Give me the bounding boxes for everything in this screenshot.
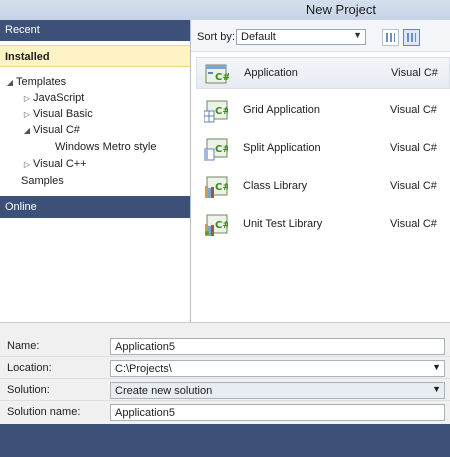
template-category-pane: Recent Installed ◢ Templates ▷ JavaScript … bbox=[0, 20, 191, 322]
tree-label: Windows Metro style bbox=[55, 141, 157, 153]
name-label: Name: bbox=[7, 340, 40, 352]
collapsed-arrow-icon[interactable]: ▷ bbox=[21, 91, 33, 107]
template-item[interactable]: C# Application Visual C# bbox=[196, 57, 450, 89]
name-row: Name: Application5 bbox=[0, 336, 450, 357]
sort-toolbar: Sort by: Default ▼ bbox=[191, 20, 450, 52]
svg-text:C#: C# bbox=[215, 220, 228, 231]
tree-node-samples[interactable]: Samples bbox=[21, 173, 64, 189]
name-value: Application5 bbox=[115, 341, 175, 353]
chevron-down-icon: ▼ bbox=[353, 30, 362, 40]
csharp-unit-test-icon: C# bbox=[205, 214, 228, 236]
csharp-app-icon: C# bbox=[205, 64, 229, 84]
solution-name-row: Solution name: Application5 bbox=[0, 402, 450, 422]
solution-label: Solution: bbox=[7, 384, 50, 396]
template-name: Class Library bbox=[243, 180, 308, 192]
location-combobox[interactable]: C:\Projects\ ▼ bbox=[110, 360, 445, 377]
template-list-pane: Sort by: Default ▼ C# Application Visual… bbox=[191, 20, 450, 322]
installed-section[interactable]: Installed bbox=[0, 45, 190, 67]
csharp-split-icon: C# bbox=[204, 138, 228, 161]
list-view-icon bbox=[407, 33, 416, 42]
expanded-arrow-icon[interactable]: ◢ bbox=[4, 75, 16, 91]
template-language: Visual C# bbox=[391, 67, 438, 79]
svg-text:C#: C# bbox=[215, 182, 228, 193]
tree-node-visual-basic[interactable]: ▷ Visual Basic bbox=[21, 106, 93, 122]
tree-label: Samples bbox=[21, 175, 64, 187]
location-row: Location: C:\Projects\ ▼ bbox=[0, 358, 450, 379]
tree-label: Visual Basic bbox=[33, 108, 93, 120]
tree-node-templates[interactable]: ◢ Templates bbox=[4, 74, 66, 90]
location-value: C:\Projects\ bbox=[115, 363, 172, 375]
template-language: Visual C# bbox=[390, 104, 437, 116]
chevron-down-icon[interactable]: ▼ bbox=[432, 384, 441, 394]
solution-name-label: Solution name: bbox=[7, 406, 81, 418]
tree-label: Visual C# bbox=[33, 124, 80, 136]
template-language: Visual C# bbox=[390, 142, 437, 154]
tree-node-visual-csharp[interactable]: ◢ Visual C# bbox=[21, 122, 80, 138]
name-input[interactable]: Application5 bbox=[110, 338, 445, 355]
expanded-arrow-icon[interactable]: ◢ bbox=[21, 123, 33, 139]
sort-value: Default bbox=[241, 31, 276, 43]
template-language: Visual C# bbox=[390, 180, 437, 192]
tree-node-javascript[interactable]: ▷ JavaScript bbox=[21, 90, 84, 106]
collapsed-arrow-icon[interactable]: ▷ bbox=[21, 107, 33, 123]
template-item[interactable]: C# Class Library Visual C# bbox=[196, 171, 450, 203]
template-item[interactable]: C# Split Application Visual C# bbox=[196, 133, 450, 165]
collapsed-arrow-icon[interactable]: ▷ bbox=[21, 157, 33, 173]
svg-text:C#: C# bbox=[215, 144, 228, 155]
chevron-down-icon[interactable]: ▼ bbox=[432, 362, 441, 372]
recent-section[interactable]: Recent bbox=[0, 20, 190, 41]
template-name: Unit Test Library bbox=[243, 218, 323, 230]
csharp-class-library-icon: C# bbox=[205, 176, 228, 198]
solution-dropdown[interactable]: Create new solution ▼ bbox=[110, 382, 445, 399]
template-item[interactable]: C# Unit Test Library Visual C# bbox=[196, 209, 450, 241]
dialog-footer bbox=[0, 424, 450, 457]
solution-name-input[interactable]: Application5 bbox=[110, 404, 445, 421]
location-label: Location: bbox=[7, 362, 52, 374]
online-section[interactable]: Online bbox=[0, 196, 190, 218]
template-name: Grid Application bbox=[243, 104, 321, 116]
list-view-button[interactable] bbox=[403, 29, 420, 46]
template-name: Split Application bbox=[243, 142, 321, 154]
tree-label: Visual C++ bbox=[33, 158, 87, 170]
solution-name-value: Application5 bbox=[115, 407, 175, 419]
small-icons-view-button[interactable] bbox=[382, 29, 399, 46]
sort-label: Sort by: bbox=[197, 31, 235, 43]
template-name: Application bbox=[244, 67, 298, 79]
title-bar: New Project bbox=[0, 0, 450, 21]
tree-node-visual-cpp[interactable]: ▷ Visual C++ bbox=[21, 156, 87, 172]
sort-dropdown[interactable]: Default ▼ bbox=[236, 29, 366, 45]
tree-label: JavaScript bbox=[33, 92, 85, 104]
template-item[interactable]: C# Grid Application Visual C# bbox=[196, 95, 450, 127]
grid-view-icon bbox=[386, 33, 395, 42]
svg-text:C#: C# bbox=[215, 72, 229, 83]
window-title: New Project bbox=[305, 2, 376, 17]
svg-text:C#: C# bbox=[215, 106, 228, 117]
project-details-form: Name: Application5 Location: C:\Projects… bbox=[0, 322, 450, 425]
tree-node-windows-metro[interactable]: Windows Metro style bbox=[55, 139, 156, 155]
solution-row: Solution: Create new solution ▼ bbox=[0, 380, 450, 401]
solution-value: Create new solution bbox=[115, 385, 213, 397]
template-language: Visual C# bbox=[390, 218, 437, 230]
tree-label: Templates bbox=[16, 76, 67, 88]
csharp-grid-icon: C# bbox=[204, 100, 228, 123]
